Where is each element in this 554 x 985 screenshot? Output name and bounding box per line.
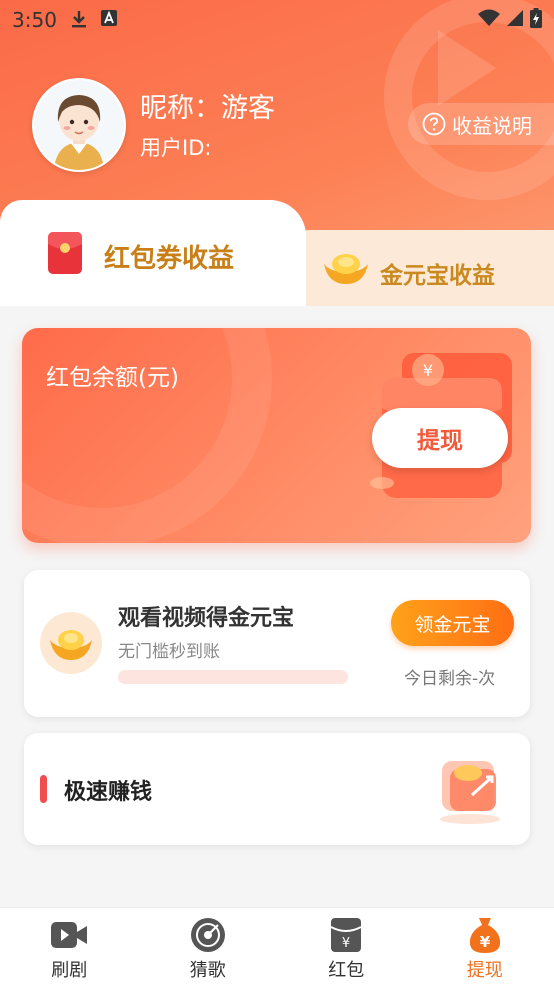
task-subtitle: 无门槛秒到账: [118, 637, 220, 662]
tab-red-envelope-label: 红包券收益: [104, 238, 234, 275]
nav-item-withdraw[interactable]: ¥ 提现: [416, 908, 554, 985]
nav-label-guess-song: 猜歌: [190, 956, 226, 982]
balance-label: 红包余额(元): [46, 358, 179, 392]
income-help-button[interactable]: 收益说明: [408, 103, 554, 145]
red-envelope-icon: [46, 230, 84, 276]
battery-icon: [530, 8, 542, 28]
svg-text:¥: ¥: [342, 936, 350, 951]
red-envelope-icon: ¥: [330, 917, 362, 953]
withdraw-button[interactable]: 提现: [372, 408, 508, 468]
bottom-navigation: 刷剧 猜歌 ¥ 红包 ¥: [0, 907, 554, 985]
signal-icon: [506, 9, 524, 27]
nav-label-drama: 刷剧: [51, 956, 87, 982]
nav-item-drama[interactable]: 刷剧: [0, 908, 139, 985]
wifi-icon: [478, 9, 500, 27]
nav-item-guess-song[interactable]: 猜歌: [139, 908, 278, 985]
watch-video-task-card: 观看视频得金元宝 无门槛秒到账 领金元宝 今日剩余-次: [24, 570, 530, 717]
cartoon-avatar-icon: [34, 80, 124, 170]
video-camera-icon: [50, 920, 88, 950]
user-id: 用户ID:: [140, 132, 211, 162]
status-time: 3:50: [12, 8, 57, 32]
task-icon-background: [40, 612, 102, 674]
money-bag-icon: ¥: [467, 916, 503, 954]
income-tabs: 红包券收益 金元宝收益: [0, 200, 554, 310]
task-remaining: 今日剩余-次: [404, 664, 495, 689]
speed-earn-card[interactable]: 极速赚钱: [24, 733, 530, 845]
nav-label-red-envelope: 红包: [328, 956, 364, 982]
nickname: 昵称：游客: [140, 86, 275, 125]
gold-ingot-icon: [322, 250, 370, 286]
red-envelope-gift-icon: [432, 747, 508, 827]
balance-card: 红包余额(元) ¥ 提现: [22, 328, 531, 543]
decorative-play-icon: [438, 30, 496, 106]
nav-label-withdraw: 提现: [467, 956, 503, 982]
download-icon: [70, 9, 88, 29]
svg-text:¥: ¥: [480, 933, 491, 951]
status-bar: 3:50: [0, 0, 554, 38]
speed-earn-title: 极速赚钱: [64, 774, 152, 806]
tab-gold-ingot-label: 金元宝收益: [380, 256, 495, 290]
income-help-label: 收益说明: [452, 110, 532, 139]
avatar[interactable]: [32, 78, 126, 172]
claim-gold-ingot-button[interactable]: 领金元宝: [391, 600, 514, 646]
vinyl-record-icon: [190, 917, 226, 953]
section-accent-bar: [40, 775, 47, 803]
task-title: 观看视频得金元宝: [118, 600, 294, 632]
svg-text:¥: ¥: [423, 361, 433, 380]
nav-item-red-envelope[interactable]: ¥ 红包: [277, 908, 416, 985]
task-progress-bar: [118, 670, 348, 684]
app-notification-icon: [100, 9, 118, 27]
gold-ingot-icon: [48, 624, 94, 662]
question-circle-icon: [422, 112, 446, 136]
